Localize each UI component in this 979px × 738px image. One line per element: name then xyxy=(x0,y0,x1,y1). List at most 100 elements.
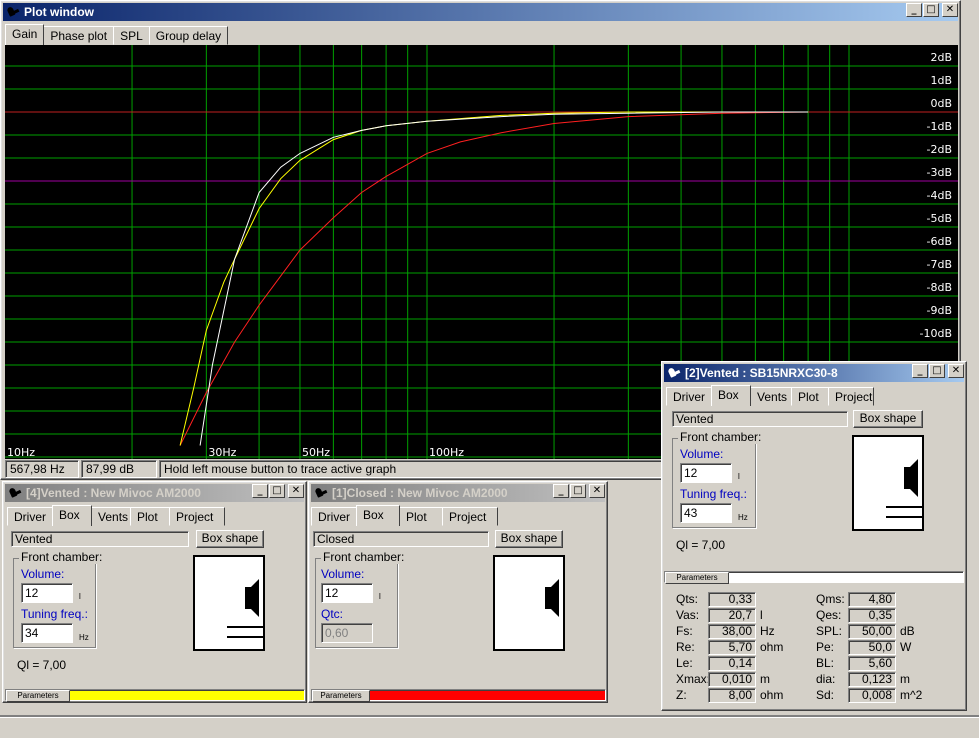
tab-box[interactable]: Box xyxy=(356,505,400,526)
tab-project[interactable]: Project xyxy=(828,387,874,406)
tab-project[interactable]: Project xyxy=(442,507,498,526)
close-button[interactable]: ✕ xyxy=(288,484,304,498)
param-label: Qes: xyxy=(816,608,842,622)
tab-project[interactable]: Project xyxy=(169,507,225,526)
tuning-freq-input[interactable]: 34 xyxy=(21,623,73,643)
param-value[interactable]: 0,35 xyxy=(848,608,896,623)
speaker-diagram-icon xyxy=(545,579,559,617)
param-value[interactable]: 0,008 xyxy=(848,688,896,703)
x-tick-label: 10Hz xyxy=(7,446,35,459)
param-value[interactable]: 0,010 xyxy=(708,672,756,687)
maximize-button[interactable]: □ xyxy=(269,484,285,498)
tab-box[interactable]: Box xyxy=(711,385,751,406)
parameters-tab[interactable]: Parameters xyxy=(6,690,70,702)
param-label: BL: xyxy=(816,656,835,670)
y-tick-label: -10dB xyxy=(920,327,953,340)
tab-box[interactable]: Box xyxy=(52,505,92,526)
maximize-button[interactable]: □ xyxy=(923,3,939,17)
parameters-strip: Parameters xyxy=(5,689,305,702)
param-label: Le: xyxy=(676,656,693,670)
ql-value: Ql = 7,00 xyxy=(17,658,67,672)
param-value[interactable]: 20,7 xyxy=(708,608,756,623)
x-tick-label: 100Hz xyxy=(429,446,464,459)
volume-label: Volume: xyxy=(680,447,724,461)
parameters-tab[interactable]: Parameters xyxy=(665,572,729,584)
volume-label: Volume: xyxy=(21,567,65,581)
qtc-input[interactable]: 0,60 xyxy=(321,623,373,643)
tuning-freq-label: Tuning freq.: xyxy=(680,487,747,501)
box-type-field: Vented xyxy=(11,531,189,547)
tuning-freq-unit: Hz xyxy=(79,633,89,642)
desktop-bottom-bar-highlight xyxy=(0,717,979,718)
window-title: [4]Vented : New Mivoc AM2000 xyxy=(26,486,201,500)
box-shape-button[interactable]: Box shape xyxy=(495,530,563,548)
param-value[interactable]: 50,0 xyxy=(848,640,896,655)
param-value[interactable]: 8,00 xyxy=(708,688,756,703)
close-button[interactable]: ✕ xyxy=(942,3,958,17)
minimize-button[interactable]: _ xyxy=(906,3,922,17)
tab-vents[interactable]: Vents xyxy=(750,387,792,406)
tab-plot[interactable]: Plot xyxy=(399,507,443,526)
front-chamber-title: Front chamber: xyxy=(678,430,764,444)
tab-vents[interactable]: Vents xyxy=(91,507,131,526)
param-value[interactable]: 4,80 xyxy=(848,592,896,607)
volume-unit: l xyxy=(379,592,381,601)
param-value[interactable]: 5,70 xyxy=(708,640,756,655)
param-unit: ohm xyxy=(760,640,784,654)
tab-plot[interactable]: Plot xyxy=(791,387,829,406)
param-unit: Hz xyxy=(760,624,775,638)
param-label: Xmax: xyxy=(676,672,711,686)
box-shape-preview xyxy=(852,435,924,531)
y-tick-label: -3dB xyxy=(927,166,953,179)
box-shape-button[interactable]: Box shape xyxy=(196,530,264,548)
volume-label: Volume: xyxy=(321,567,365,581)
tuning-freq-input[interactable]: 43 xyxy=(680,503,732,523)
volume-input[interactable]: 12 xyxy=(680,463,732,483)
param-unit: m xyxy=(900,672,910,686)
param-value[interactable]: 0,123 xyxy=(848,672,896,687)
param-value[interactable]: 0,33 xyxy=(708,592,756,607)
tab-phase-plot[interactable]: Phase plot xyxy=(43,26,115,45)
parameters-tab[interactable]: Parameters xyxy=(312,690,370,702)
param-label: Fs: xyxy=(676,624,693,638)
maximize-button[interactable]: □ xyxy=(570,484,586,498)
close-button[interactable]: ✕ xyxy=(948,364,964,378)
speaker-app-icon xyxy=(8,486,22,500)
y-tick-label: -2dB xyxy=(927,143,953,156)
speaker-app-icon xyxy=(6,5,20,19)
tab-spl[interactable]: SPL xyxy=(113,26,150,45)
param-value[interactable]: 50,00 xyxy=(848,624,896,639)
front-chamber-title: Front chamber: xyxy=(19,550,105,564)
maximize-button[interactable]: □ xyxy=(929,364,945,378)
tab-driver[interactable]: Driver xyxy=(311,507,357,526)
param-value[interactable]: 0,14 xyxy=(708,656,756,671)
qtc-label: Qtc: xyxy=(321,607,344,621)
param-value[interactable]: 5,60 xyxy=(848,656,896,671)
minimize-button[interactable]: _ xyxy=(252,484,268,498)
y-tick-label: -6dB xyxy=(927,235,953,248)
volume-input[interactable]: 12 xyxy=(321,583,373,603)
param-value[interactable]: 38,00 xyxy=(708,624,756,639)
param-unit: l xyxy=(760,608,763,622)
close-button[interactable]: ✕ xyxy=(589,484,605,498)
front-chamber-title: Front chamber: xyxy=(321,550,407,564)
driver-parameters-table: Qts: 0,33 Qms: 4,80 Vas: 20,7 l Qes: 0,35 Fs: 38,0… xyxy=(662,588,966,706)
plot-window-titlebar[interactable]: Plot window xyxy=(3,3,958,21)
tab-driver[interactable]: Driver xyxy=(7,507,53,526)
window-title: [1]Closed : New Mivoc AM2000 xyxy=(332,486,508,500)
volume-input[interactable]: 12 xyxy=(21,583,73,603)
y-tick-label: -4dB xyxy=(927,189,953,202)
tab-gain[interactable]: Gain xyxy=(5,24,45,45)
tab-driver[interactable]: Driver xyxy=(666,387,712,406)
param-label: Z: xyxy=(676,688,687,702)
minimize-button[interactable]: _ xyxy=(912,364,928,378)
tuning-freq-unit: Hz xyxy=(738,513,748,522)
vented-mivoc-window: [4]Vented : New Mivoc AM2000 _ □ ✕ Drive… xyxy=(2,481,307,703)
tab-plot[interactable]: Plot xyxy=(130,507,170,526)
parameters-strip: Parameters xyxy=(664,571,964,584)
minimize-button[interactable]: _ xyxy=(553,484,569,498)
param-unit: W xyxy=(900,640,912,654)
param-label: dia: xyxy=(816,672,836,686)
box-shape-button[interactable]: Box shape xyxy=(853,410,923,428)
tab-group-delay[interactable]: Group delay xyxy=(148,26,229,45)
